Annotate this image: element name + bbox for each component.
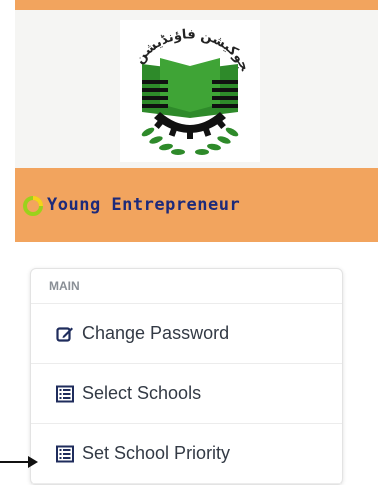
menu-item-change-password[interactable]: Change Password	[31, 304, 342, 364]
menu-item-label: Select Schools	[82, 383, 202, 403]
menu-item-select-schools[interactable]: Select Schools	[31, 364, 342, 424]
top-accent-strip	[15, 0, 378, 10]
edit-icon	[56, 323, 78, 345]
list-icon	[56, 443, 78, 465]
brand-name: Young Entrepreneur	[47, 195, 241, 215]
list-icon	[56, 383, 78, 405]
brand-bar: Young Entrepreneur	[15, 168, 378, 242]
menu-item-label: Set School Priority	[82, 443, 231, 463]
bulb-icon	[23, 196, 43, 216]
menu-item-set-school-priority[interactable]: Set School Priority	[31, 424, 342, 484]
foundation-logo: پنجاب ایجوکیشن فاؤنڈیشن	[120, 20, 260, 162]
menu-item-label: Change Password	[82, 323, 230, 343]
sidebar-menu: MAIN Change Password Select Schools Set …	[30, 268, 343, 485]
menu-section-header: MAIN	[31, 269, 342, 304]
arrow-right-icon	[0, 456, 38, 468]
